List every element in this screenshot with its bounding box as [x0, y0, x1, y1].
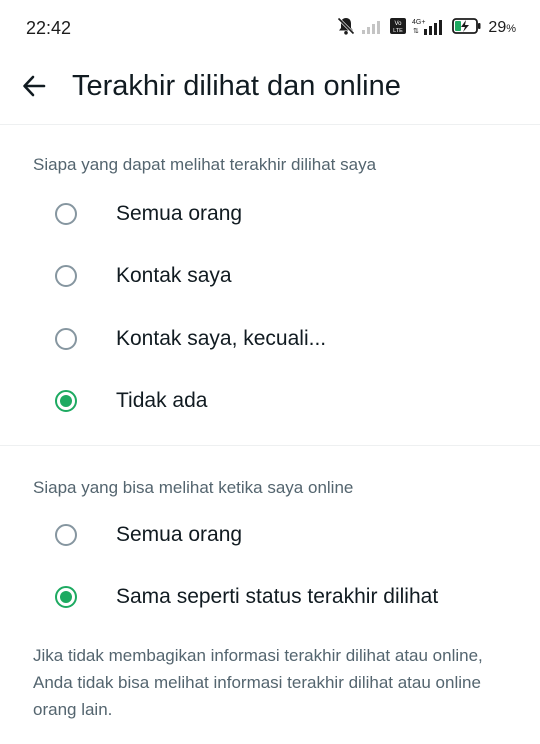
battery-charging-icon [452, 17, 482, 40]
divider [0, 445, 540, 446]
radio-button[interactable] [55, 265, 77, 287]
option-label: Tidak ada [116, 389, 208, 412]
online-section-header: Siapa yang bisa melihat ketika saya onli… [33, 478, 354, 497]
option-label: Kontak saya, kecuali... [116, 327, 327, 350]
svg-text:Vo: Vo [395, 21, 403, 27]
online-option-same-as-last-seen[interactable]: Sama seperti status terakhir dilihat [0, 570, 540, 628]
svg-text:LTE: LTE [394, 28, 404, 34]
radio-button[interactable] [55, 524, 77, 546]
volte-icon: Vo LTE [390, 17, 407, 39]
signal-4g-icon: 4G+ ⇅ [412, 17, 446, 40]
top-app-bar: Terakhir dilihat dan online [0, 60, 540, 122]
status-bar: 22:42 Vo LTE 4G+ ⇅ 29% [0, 0, 540, 60]
status-time: 22:42 [26, 18, 72, 38]
radio-button[interactable] [55, 328, 77, 350]
svg-text:⇅: ⇅ [413, 28, 419, 35]
divider [0, 124, 540, 125]
privacy-footnote: Jika tidak membagikan informasi terakhir… [33, 646, 483, 719]
last-seen-option-my-contacts-except[interactable]: Kontak saya, kecuali... [0, 312, 540, 370]
option-label: Kontak saya [116, 264, 232, 287]
last-seen-option-my-contacts[interactable]: Kontak saya [0, 249, 540, 307]
radio-button-selected[interactable] [55, 390, 77, 412]
signal-icon [362, 18, 384, 39]
page-title: Terakhir dilihat dan online [72, 70, 401, 102]
option-label: Semua orang [116, 523, 243, 546]
battery-percent: 29% [488, 19, 516, 36]
last-seen-option-everyone[interactable]: Semua orang [0, 187, 540, 245]
status-icons: Vo LTE 4G+ ⇅ 29% [336, 16, 516, 40]
radio-button-selected[interactable] [55, 586, 77, 608]
online-option-everyone[interactable]: Semua orang [0, 508, 540, 566]
last-seen-option-nobody[interactable]: Tidak ada [0, 374, 540, 432]
radio-button[interactable] [55, 203, 77, 225]
option-label: Sama seperti status terakhir dilihat [116, 585, 439, 608]
svg-text:4G+: 4G+ [412, 19, 425, 26]
option-label: Semua orang [116, 202, 243, 225]
last-seen-section-header: Siapa yang dapat melihat terakhir diliha… [33, 155, 377, 174]
back-button[interactable] [14, 68, 54, 108]
arrow-left-icon [21, 73, 47, 104]
mute-icon [336, 16, 356, 41]
